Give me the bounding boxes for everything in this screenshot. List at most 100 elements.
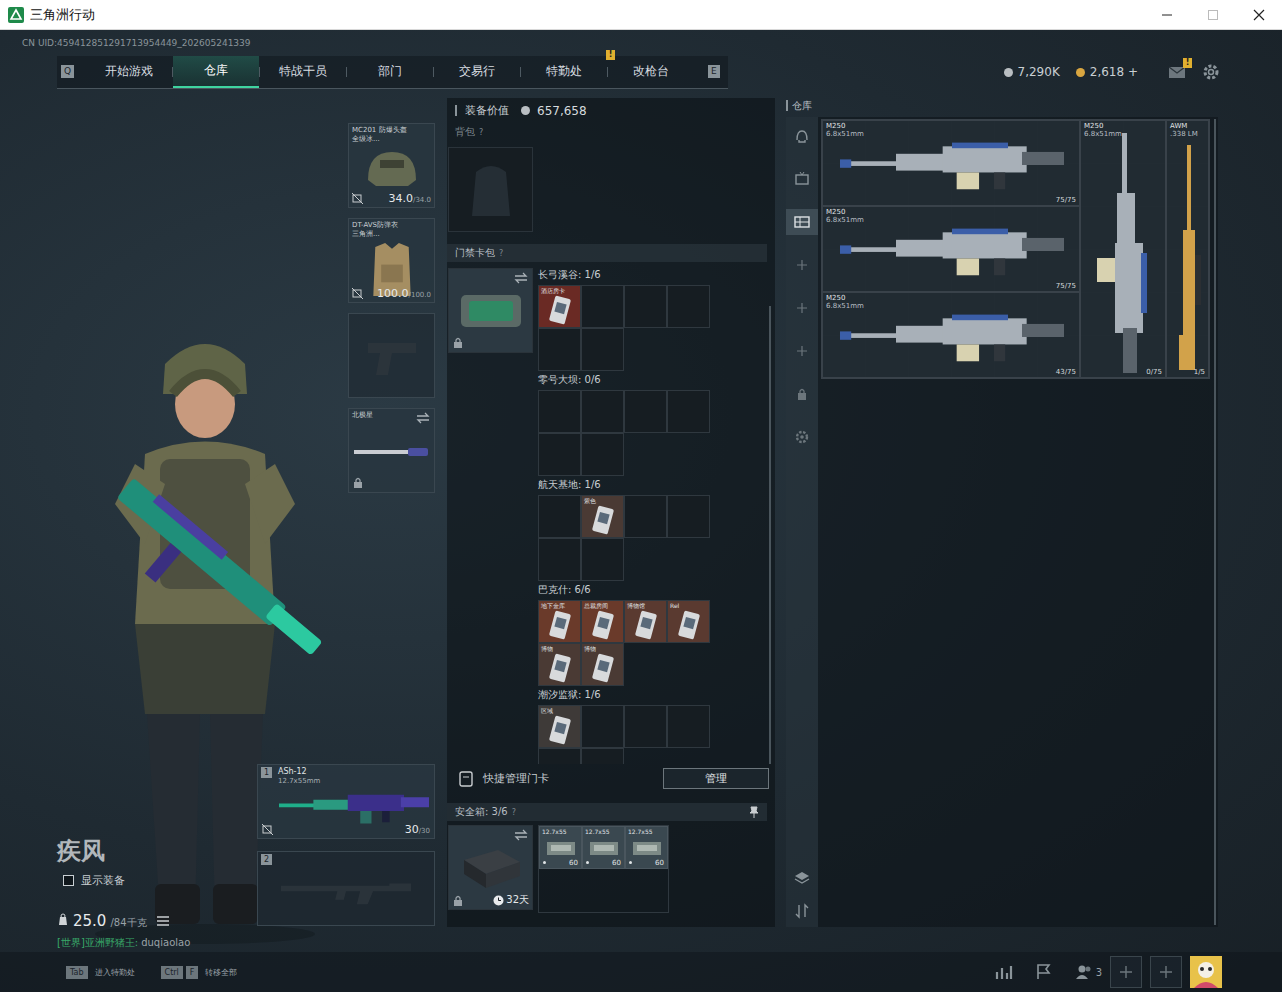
storage-tab[interactable]: [786, 252, 818, 278]
keycard-slot[interactable]: [624, 285, 667, 328]
minimize-icon[interactable]: [1144, 0, 1190, 30]
manage-button[interactable]: 管理: [663, 768, 769, 789]
gear-slot[interactable]: MC201 防爆头盔全级冰...34.0/34.0: [348, 123, 435, 208]
storage-tab[interactable]: [786, 123, 818, 149]
machine-gun-icon: [837, 137, 1067, 193]
keycard-slot[interactable]: 博物馆: [624, 600, 667, 643]
keycard-slot[interactable]: [581, 705, 624, 748]
nav-tab[interactable]: 特勤处!: [521, 56, 607, 88]
storage-tab[interactable]: [786, 209, 818, 235]
checkbox[interactable]: [63, 875, 74, 886]
mail-button[interactable]: !: [1168, 65, 1186, 79]
keycard-slot[interactable]: [581, 328, 624, 371]
keycard-slot[interactable]: 紫色: [581, 495, 624, 538]
nav-tab[interactable]: 特战干员: [260, 56, 346, 88]
keycard-slot[interactable]: [667, 705, 710, 748]
weapon-slot[interactable]: 2: [257, 851, 435, 926]
avatar-icon[interactable]: [1190, 956, 1222, 988]
flag-icon[interactable]: [1035, 964, 1053, 980]
close-icon[interactable]: [1236, 0, 1282, 30]
key-hint[interactable]: CtrlF转移全部: [161, 966, 238, 979]
uid-label: CN UID:459412851291713954449_20260524133…: [0, 30, 1282, 50]
storage-item[interactable]: M2506.8x51mm43/75: [822, 292, 1080, 378]
keycard-icon: [592, 610, 614, 640]
storage-tab[interactable]: [786, 424, 818, 450]
currency[interactable]: 2,618 +: [1076, 65, 1138, 79]
list-icon[interactable]: [157, 916, 169, 926]
keycard-slot[interactable]: [538, 390, 581, 433]
keycard-slot[interactable]: [538, 538, 581, 581]
nav-tab[interactable]: 开始游戏: [86, 56, 172, 88]
tv-icon: [794, 171, 810, 187]
pin-icon[interactable]: [749, 806, 759, 818]
chat-line: [世界]亚洲野猪王:duqiaolao: [57, 936, 257, 950]
keycard-slot[interactable]: 博物: [581, 643, 624, 686]
ammo-item[interactable]: 12.7x5560: [539, 826, 582, 869]
keycard-slot[interactable]: [538, 748, 581, 764]
nav-tab[interactable]: 交易行: [434, 56, 520, 88]
invite-slot[interactable]: [1110, 956, 1142, 988]
keycard-slot[interactable]: Rel: [667, 600, 710, 643]
storage-tab[interactable]: [786, 381, 818, 407]
show-gear-toggle[interactable]: 显示装备: [57, 873, 257, 888]
maximize-icon[interactable]: [1190, 0, 1236, 30]
storage-tab[interactable]: [786, 338, 818, 364]
keycard-slot[interactable]: [538, 328, 581, 371]
scrollbar[interactable]: [769, 306, 771, 764]
gear-slot[interactable]: 北极星: [348, 408, 435, 493]
keycard-slot[interactable]: [581, 748, 624, 764]
stats-chart-icon[interactable]: [995, 964, 1013, 980]
nav-tab[interactable]: 仓库: [173, 56, 259, 88]
ammo-item[interactable]: 12.7x5560: [582, 826, 625, 869]
keycard-slot[interactable]: 酒店房卡: [538, 285, 581, 328]
keycard-slot[interactable]: [667, 390, 710, 433]
safe-box[interactable]: 32天: [448, 825, 533, 910]
keycard-slot[interactable]: [667, 495, 710, 538]
nav-tab[interactable]: 改枪台: [608, 56, 694, 88]
keycard-slot[interactable]: [581, 538, 624, 581]
keycard-slot[interactable]: [538, 433, 581, 476]
scrollbar[interactable]: [1214, 119, 1216, 925]
keycard-slot[interactable]: [581, 390, 624, 433]
sort-icon[interactable]: [794, 903, 810, 919]
weapon-slot[interactable]: 1ASh-1212.7x55mm30/30: [257, 764, 435, 839]
invite-slot[interactable]: [1150, 956, 1182, 988]
keycard-wallet[interactable]: [448, 268, 533, 353]
storage-item[interactable]: M2506.8x51mm75/75: [822, 206, 1080, 292]
carry-weight: 25.0/84千克: [57, 912, 257, 930]
settings-gear-icon[interactable]: [1202, 63, 1220, 81]
next-tab-key[interactable]: E: [708, 65, 720, 78]
keycard-slot[interactable]: [624, 390, 667, 433]
keycard-slot[interactable]: [667, 285, 710, 328]
keycard-slot[interactable]: [581, 433, 624, 476]
keycard-icon: [592, 653, 614, 683]
keycard-slot[interactable]: [624, 705, 667, 748]
keycard-slot[interactable]: [624, 495, 667, 538]
keycard-slot[interactable]: [538, 495, 581, 538]
currency[interactable]: 7,290K: [1004, 65, 1060, 79]
key-hint[interactable]: Tab进入特勤处: [66, 966, 135, 979]
gear-slot[interactable]: DT-AVS防弹衣三角洲...100.0/100.0: [348, 218, 435, 303]
storage-item[interactable]: M2506.8x51mm0/75: [1080, 120, 1166, 378]
keycard-slot[interactable]: 总裁房间: [581, 600, 624, 643]
gear-slot[interactable]: [348, 313, 435, 398]
nav-tab[interactable]: 部门: [347, 56, 433, 88]
prev-tab-key[interactable]: Q: [61, 65, 74, 78]
friends-button[interactable]: 3: [1075, 964, 1102, 980]
swap-icon[interactable]: [416, 412, 430, 424]
keycard-slot[interactable]: [581, 285, 624, 328]
storage-tab[interactable]: [786, 166, 818, 192]
layers-icon[interactable]: [794, 870, 810, 886]
swap-icon[interactable]: [514, 829, 528, 841]
storage-item[interactable]: AWM.338 LM1/5: [1166, 120, 1209, 378]
storage-item[interactable]: M2506.8x51mm75/75: [822, 120, 1080, 206]
keycap: Tab: [66, 966, 88, 979]
keycard-slot[interactable]: 博物: [538, 643, 581, 686]
swap-icon[interactable]: [514, 272, 528, 284]
ammo-item[interactable]: 12.7x5560: [625, 826, 668, 869]
keycard-slot[interactable]: 地下金库: [538, 600, 581, 643]
backpack-slot[interactable]: [448, 147, 533, 232]
storage-tab[interactable]: [786, 295, 818, 321]
keycard-slot[interactable]: 区域: [538, 705, 581, 748]
machine-gun-icon: [837, 223, 1067, 279]
